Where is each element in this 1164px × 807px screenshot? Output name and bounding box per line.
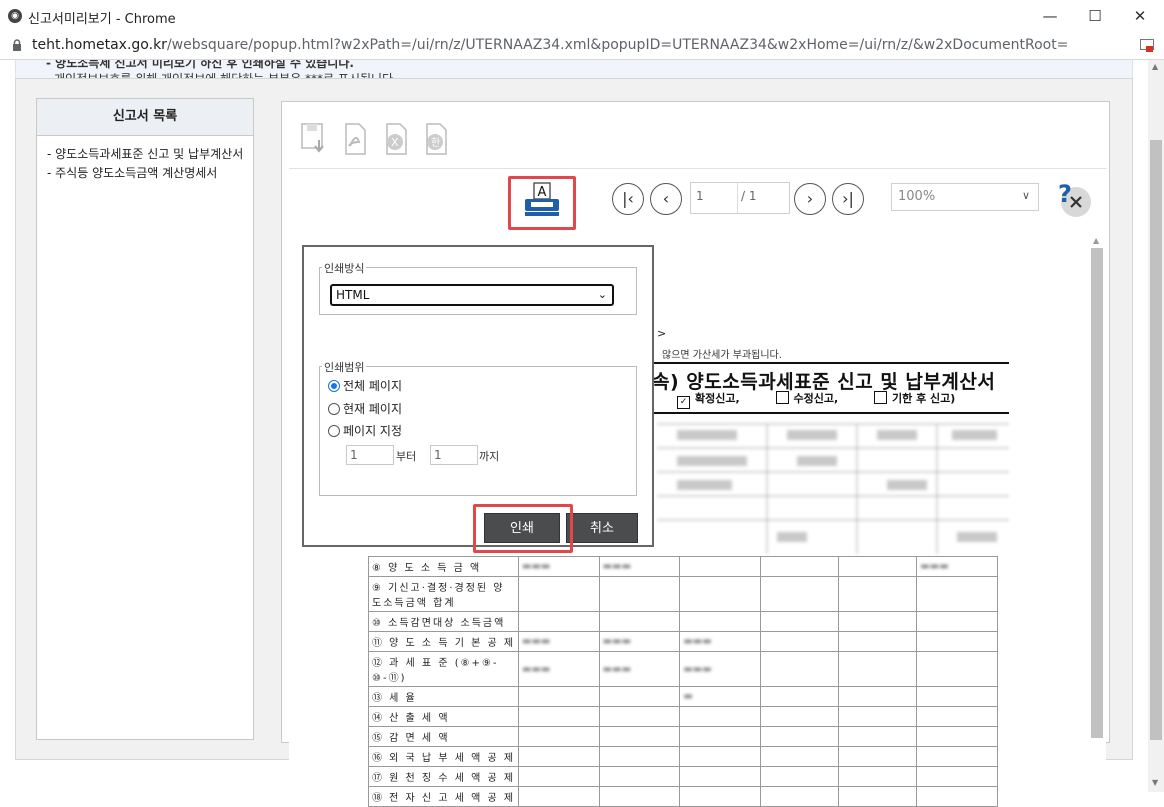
scroll-up-icon[interactable]: ▲ xyxy=(1152,62,1158,71)
svg-text:X: X xyxy=(391,136,399,149)
close-window-button[interactable]: ✕ xyxy=(1120,4,1160,28)
range-current-option[interactable]: 현재 페이지 xyxy=(328,400,402,417)
radio-icon[interactable] xyxy=(328,403,340,415)
scroll-up-icon[interactable]: ▲ xyxy=(1093,236,1099,245)
page-scroll-thumb[interactable] xyxy=(1150,140,1162,740)
tax-calculation-table: ⑧ 양 도 소 득 금 액 ▬▬▬ ▬▬▬ ▬▬▬ ⑨ 기신고·결정·경정된 양도소득… xyxy=(367,556,998,807)
table-row: ⑩ 소득감면대상 소득금액 xyxy=(367,611,998,632)
prev-page-button[interactable]: ‹ xyxy=(650,183,682,215)
checkbox-icon xyxy=(874,391,888,404)
zoom-select[interactable]: 100% ∨ xyxy=(891,183,1039,211)
option-label: 수정신고, xyxy=(793,392,839,405)
from-label: 부터 xyxy=(396,450,417,463)
from-page-input[interactable]: 1 xyxy=(346,445,394,465)
save-icon[interactable] xyxy=(299,122,329,156)
table-row: ⑮ 감 면 세 액 xyxy=(367,726,998,747)
radio-selected-icon[interactable] xyxy=(328,380,340,392)
first-page-button[interactable]: |‹ xyxy=(612,183,644,215)
row-label: ⑫ 과 세 표 준 (⑧+⑨-⑩-⑪) xyxy=(367,651,520,687)
svg-text:?: ? xyxy=(1058,180,1072,208)
table-row: ⑰ 원 천 징 수 세 액 공 제 xyxy=(367,766,998,787)
address-bar[interactable]: teht.hometax.go.kr/websquare/popup.html?… xyxy=(0,32,1164,60)
print-method-select[interactable]: HTML ⌄ xyxy=(330,284,614,306)
chevron-down-icon: ∨ xyxy=(1021,189,1030,202)
total-pages: / 1 xyxy=(741,189,757,203)
window-title: 신고서미리보기 - Chrome xyxy=(28,12,176,27)
table-row: ⑬ 세 율 ▬ xyxy=(367,686,998,707)
checkbox-checked-icon: ✓ xyxy=(677,396,690,409)
range-all-option[interactable]: 전체 페이지 xyxy=(328,377,402,394)
page-indicator: 1 / 1 xyxy=(690,182,790,214)
row-label: ⑬ 세 율 xyxy=(367,686,520,707)
report-list-item[interactable]: - 주식등 양도소득금액 계산명세서 xyxy=(47,165,247,182)
to-label: 까지 xyxy=(479,450,500,463)
cancel-button[interactable]: 취소 xyxy=(566,513,638,543)
table-row: ⑨ 기신고·결정·경정된 양도소득금액 합계 xyxy=(367,576,998,612)
row-label: ⑭ 산 출 세 액 xyxy=(367,706,520,727)
row-label: ⑱ 전 자 신 고 세 액 공 제 xyxy=(367,786,520,807)
option-label: 확정신고, xyxy=(695,392,740,405)
scroll-down-icon[interactable]: ▼ xyxy=(1152,778,1158,787)
pdf-export-icon[interactable] xyxy=(340,122,370,156)
report-list: 신고서 목록 - 양도소득과세표준 신고 및 납부계산서 - 주식등 양도소득금… xyxy=(36,98,254,740)
print-range-legend: 인쇄범위 xyxy=(322,359,367,375)
last-page-button[interactable]: ›| xyxy=(832,183,864,215)
excel-export-icon[interactable]: X xyxy=(381,122,411,156)
option-label: 기한 후 신고) xyxy=(892,392,956,405)
range-custom-option[interactable]: 페이지 지정 xyxy=(328,422,402,439)
row-label: ⑯ 외 국 납 부 세 액 공 제 xyxy=(367,746,520,767)
table-row: ⑯ 외 국 납 부 세 액 공 제 xyxy=(367,746,998,767)
hwp-export-icon[interactable]: 한 xyxy=(421,122,451,156)
current-page-input[interactable]: 1 xyxy=(696,189,704,203)
zoom-value: 100% xyxy=(898,189,936,204)
svg-text:A: A xyxy=(538,185,547,200)
range-all-label: 전체 페이지 xyxy=(343,379,403,393)
row-label: ⑧ 양 도 소 득 금 액 xyxy=(367,556,520,577)
url-text[interactable]: teht.hometax.go.kr/websquare/popup.html?… xyxy=(32,37,1068,53)
row-label: ⑪ 양 도 소 득 기 본 공 제 xyxy=(367,631,520,652)
page-separator xyxy=(737,183,738,213)
report-list-heading: 신고서 목록 xyxy=(37,99,253,136)
row-label: ⑮ 감 면 세 액 xyxy=(367,726,520,747)
chrome-globe-icon: ◉ xyxy=(8,9,22,23)
extension-icon[interactable] xyxy=(1140,39,1154,52)
print-method-legend: 인쇄방식 xyxy=(322,260,367,276)
document-fragment: > xyxy=(657,327,667,340)
table-row: ⑱ 전 자 신 고 세 액 공 제 xyxy=(367,786,998,807)
title-bar: ◉ 신고서미리보기 - Chrome — ☐ ✕ xyxy=(0,0,1164,32)
row-label: ⑨ 기신고·결정·경정된 양도소득금액 합계 xyxy=(367,576,520,612)
lock-icon xyxy=(13,39,21,51)
checkbox-icon xyxy=(775,391,789,404)
document-fragment: 않으면 가산세가 부과됩니다. xyxy=(662,350,782,361)
page-scrollbar[interactable]: ▲ ▼ xyxy=(1148,60,1164,792)
report-type-options: ✓ 확정신고, 수정신고, 기한 후 신고) xyxy=(677,390,955,409)
print-button-highlight xyxy=(473,504,573,553)
viewer-toolbar xyxy=(289,104,1107,169)
maximize-button[interactable]: ☐ xyxy=(1075,4,1115,28)
table-row: ⑧ 양 도 소 득 금 액 ▬▬▬ ▬▬▬ ▬▬▬ xyxy=(367,556,998,577)
range-current-label: 현재 페이지 xyxy=(343,402,403,416)
table-row: ⑫ 과 세 표 준 (⑧+⑨-⑩-⑪) ▬▬▬ ▬▬▬ ▬▬▬ xyxy=(367,651,998,687)
to-page-input[interactable]: 1 xyxy=(430,445,478,465)
svg-text:한: 한 xyxy=(431,137,440,149)
help-close-icon[interactable]: ? xyxy=(1054,180,1094,220)
report-list-item[interactable]: - 양도소득과세표준 신고 및 납부계산서 xyxy=(47,146,247,163)
printer-icon[interactable]: A xyxy=(522,181,562,221)
document-scrollbar[interactable]: ▲ xyxy=(1090,236,1104,792)
table-row: ⑭ 산 출 세 액 xyxy=(367,706,998,727)
document-title-block: 속) 양도소득과세표준 신고 및 납부계산서 ✓ 확정신고, 수정신고, 기한 후… xyxy=(652,362,1009,414)
table-row: ⑪ 양 도 소 득 기 본 공 제 ▬▬▬ ▬▬▬ ▬▬▬ xyxy=(367,631,998,652)
next-page-button[interactable]: › xyxy=(794,183,826,215)
print-method-value: HTML xyxy=(336,288,370,302)
minimize-button[interactable]: — xyxy=(1030,4,1070,28)
blurred-document-table xyxy=(657,423,1009,554)
row-label: ⑰ 원 천 징 수 세 액 공 제 xyxy=(367,766,520,787)
chevron-down-icon: ⌄ xyxy=(597,288,607,301)
range-custom-label: 페이지 지정 xyxy=(343,424,403,438)
radio-icon[interactable] xyxy=(328,425,340,437)
document-scroll-thumb[interactable] xyxy=(1091,248,1103,738)
row-label: ⑩ 소득감면대상 소득금액 xyxy=(367,611,520,632)
